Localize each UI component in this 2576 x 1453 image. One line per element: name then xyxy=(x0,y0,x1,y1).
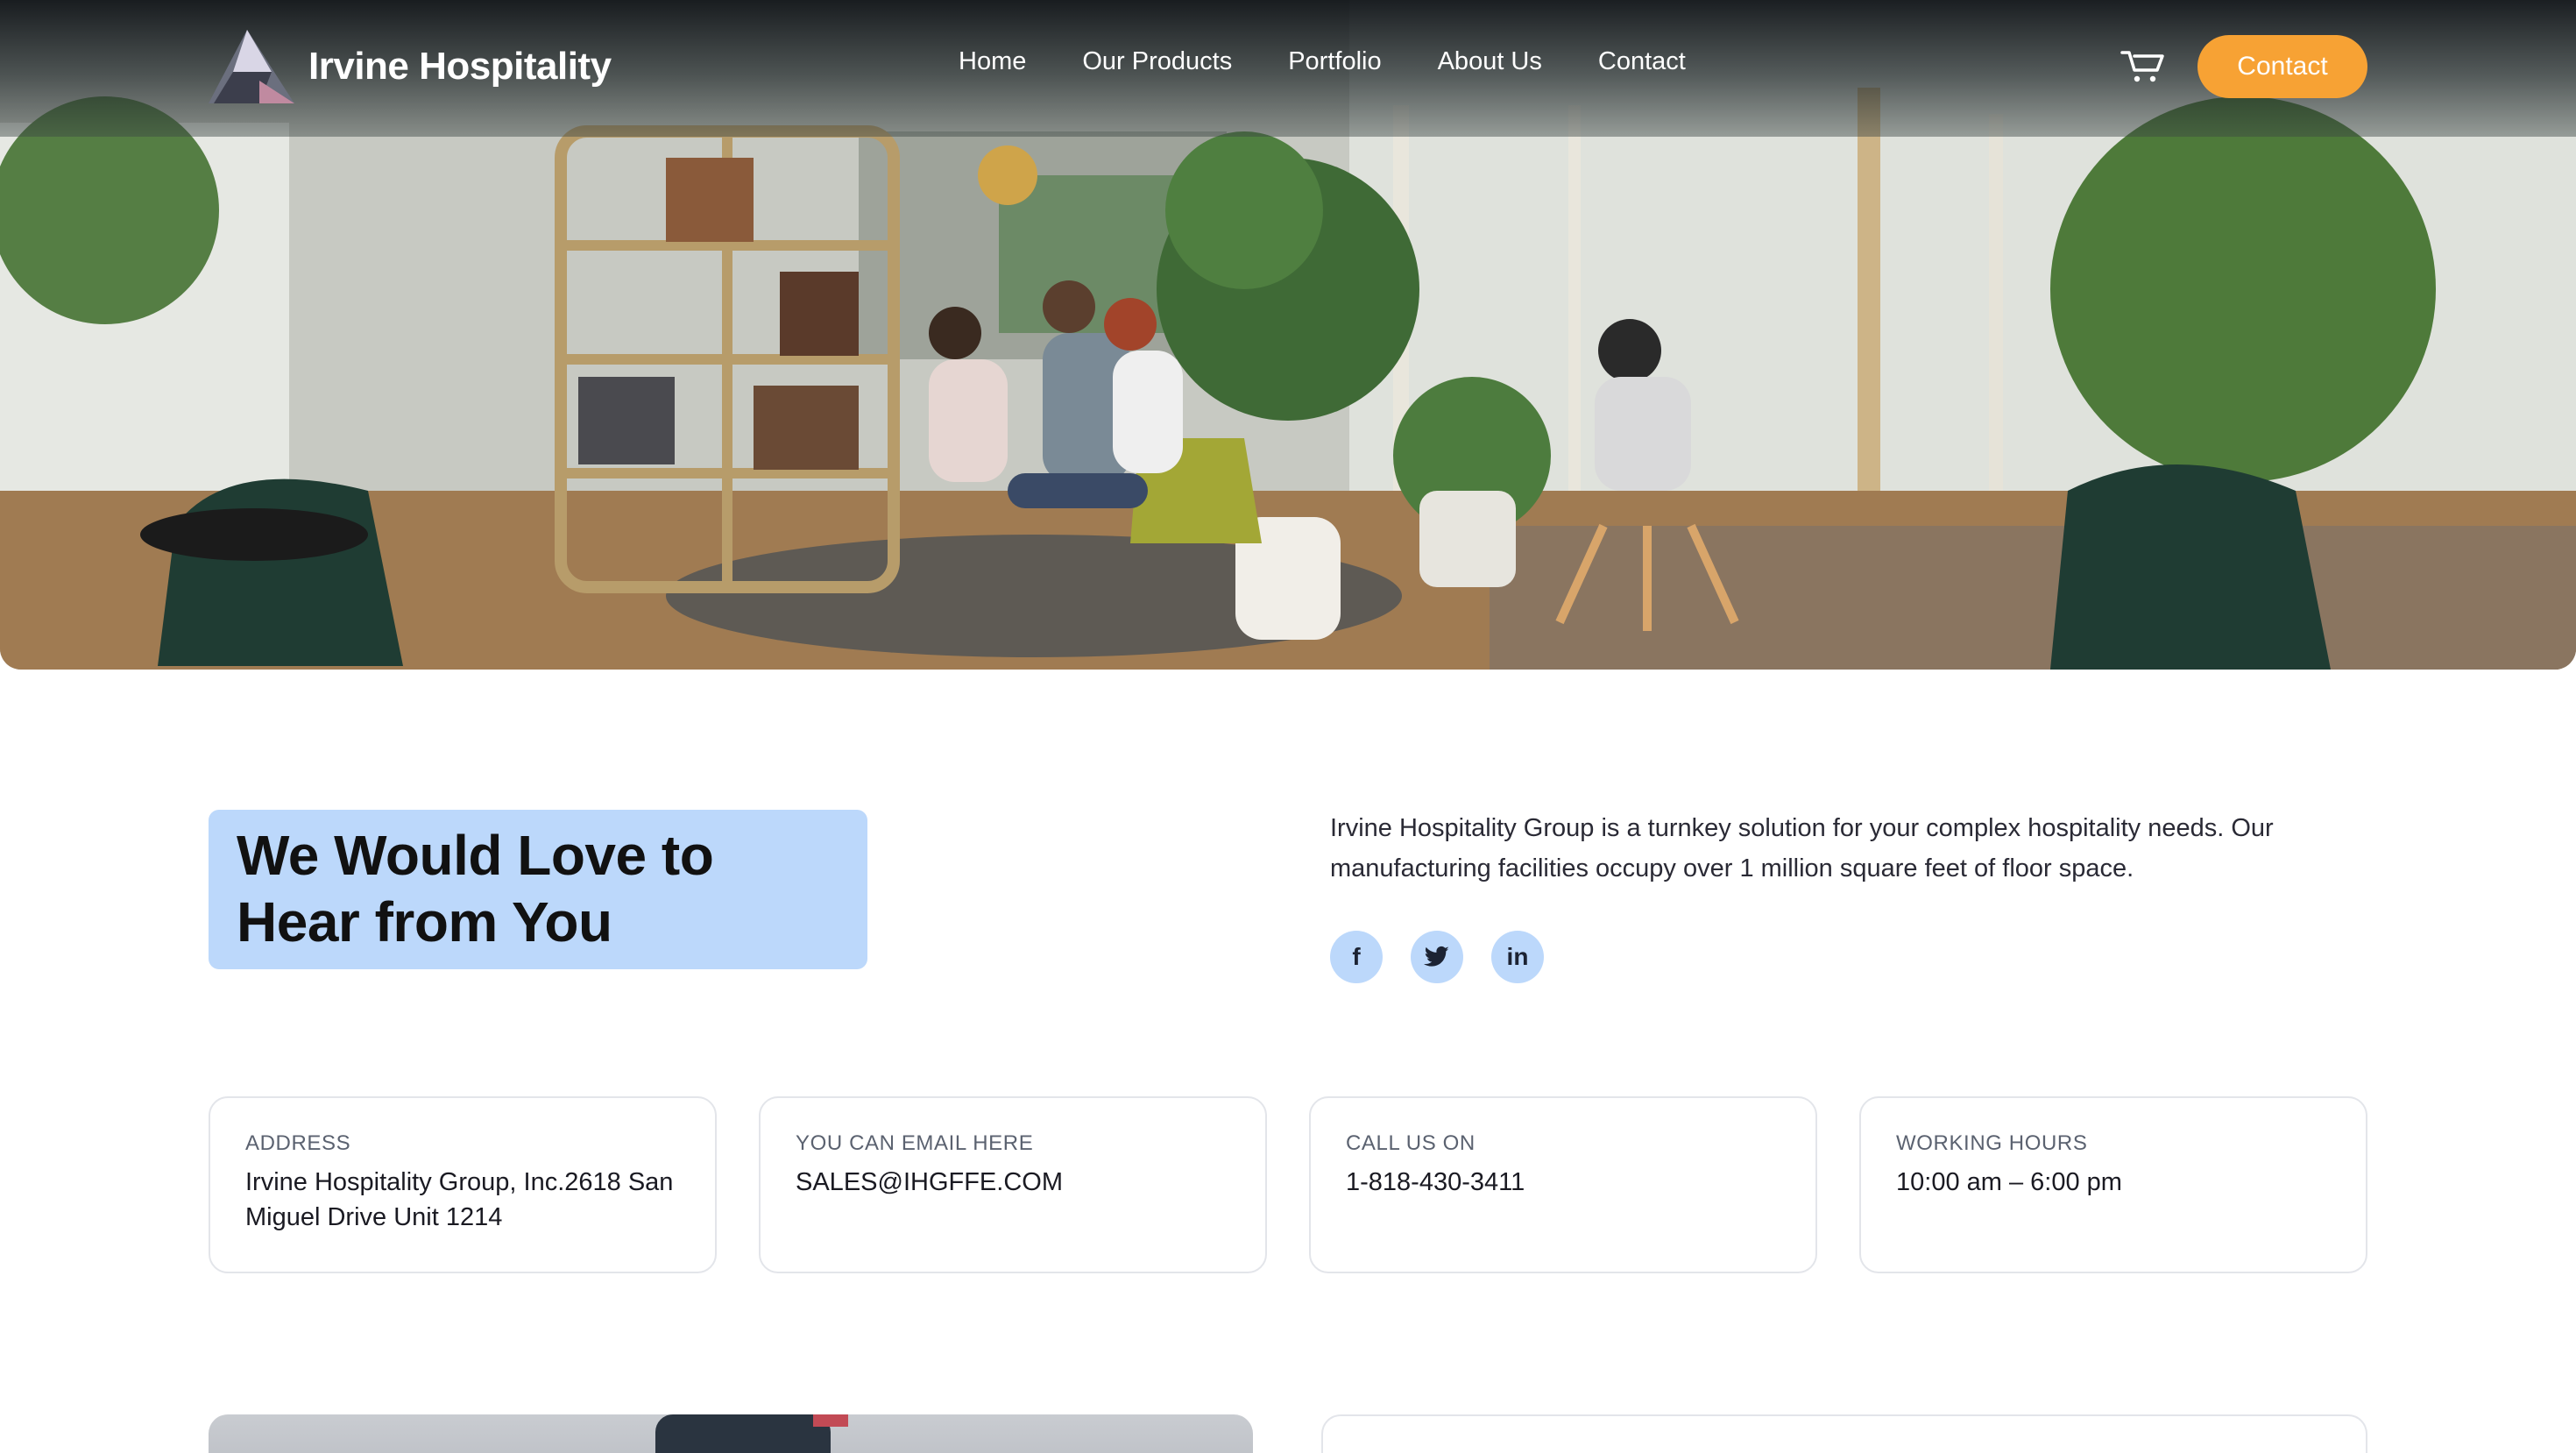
social-links: f in xyxy=(1330,931,1572,983)
address-card: ADDRESS Irvine Hospitality Group, Inc.26… xyxy=(209,1096,717,1273)
hero-banner: Irvine Hospitality Home Our Products Por… xyxy=(0,0,2576,670)
intro-text: Irvine Hospitality Group is a turnkey so… xyxy=(1330,814,2274,882)
card-label: YOU CAN EMAIL HERE xyxy=(796,1131,1034,1155)
card-label: WORKING HOURS xyxy=(1896,1131,2088,1155)
nav-about-us[interactable]: About Us xyxy=(1438,47,1542,76)
card-value: 10:00 am – 6:00 pm xyxy=(1896,1168,2122,1196)
person-photo xyxy=(655,1414,848,1453)
triangle-a-logo-icon xyxy=(209,30,294,103)
facebook-icon[interactable]: f xyxy=(1330,931,1383,983)
nav-home[interactable]: Home xyxy=(959,47,1026,76)
email-link[interactable]: SALES@IHGFFE.COM xyxy=(796,1165,1230,1200)
contact-info-cards: ADDRESS Irvine Hospitality Group, Inc.26… xyxy=(209,1096,2367,1273)
phone-card: CALL US ON 1-818-430-3411 xyxy=(1309,1096,1817,1273)
contact-image xyxy=(209,1414,1253,1453)
email-card: YOU CAN EMAIL HERE SALES@IHGFFE.COM xyxy=(759,1096,1267,1273)
brand-name: Irvine Hospitality xyxy=(308,45,612,88)
contact-heading-box: We Would Love to Hear from You xyxy=(209,810,867,969)
linkedin-icon[interactable]: in xyxy=(1491,931,1544,983)
card-value: Irvine Hospitality Group, Inc.2618 San M… xyxy=(245,1168,674,1231)
contact-cta-button[interactable]: Contact xyxy=(2197,35,2367,98)
phone-link[interactable]: 1-818-430-3411 xyxy=(1346,1165,1780,1200)
hours-card: WORKING HOURS 10:00 am – 6:00 pm xyxy=(1859,1096,2367,1273)
nav-contact[interactable]: Contact xyxy=(1598,47,1686,76)
nav-our-products[interactable]: Our Products xyxy=(1082,47,1232,76)
card-label: ADDRESS xyxy=(245,1131,351,1155)
main-nav: Home Our Products Portfolio About Us Con… xyxy=(959,47,1742,76)
page-title: We Would Love to Hear from You xyxy=(237,824,714,953)
facebook-glyph: f xyxy=(1352,943,1361,970)
cart-icon[interactable] xyxy=(2120,49,2164,84)
nav-portfolio[interactable]: Portfolio xyxy=(1288,47,1381,76)
twitter-bird-icon xyxy=(1424,946,1449,967)
linkedin-glyph: in xyxy=(1506,943,1529,970)
brand-logo[interactable]: Irvine Hospitality xyxy=(207,26,612,107)
top-navbar: Irvine Hospitality Home Our Products Por… xyxy=(0,0,2576,137)
contact-form-card xyxy=(1321,1414,2367,1453)
twitter-icon[interactable] xyxy=(1411,931,1463,983)
card-label: CALL US ON xyxy=(1346,1131,1476,1155)
